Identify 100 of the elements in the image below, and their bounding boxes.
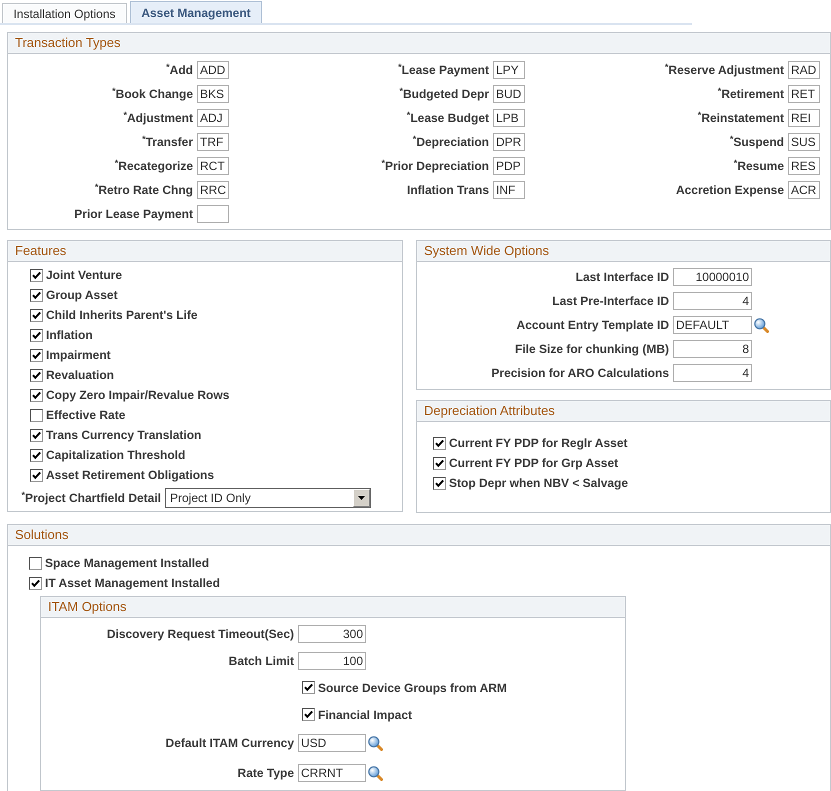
text-field[interactable]: 4 xyxy=(673,364,752,382)
field-label: Last Interface ID xyxy=(574,269,669,285)
field-label: $^{*}$Lease Budget xyxy=(406,110,489,126)
field-label: $^{*}$Prior Depreciation xyxy=(381,158,489,174)
text-field[interactable]: BKS xyxy=(197,85,229,103)
search-icon[interactable] xyxy=(754,318,769,332)
checkbox-label: Group Asset xyxy=(46,287,118,303)
checkbox-label: Current FY PDP for Grp Asset xyxy=(449,455,618,471)
text-field[interactable]: TRF xyxy=(197,133,229,151)
section-header: Transaction Types xyxy=(8,33,830,54)
field-label: Accretion Expense xyxy=(676,182,784,198)
checkbox-label: Source Device Groups from ARM xyxy=(318,680,507,696)
section-header: Solutions xyxy=(8,525,830,546)
field-label: $^{*}$Transfer xyxy=(142,134,193,150)
checkbox-label: Stop Depr when NBV < Salvage xyxy=(449,475,628,491)
checkbox-label: Financial Impact xyxy=(318,706,412,722)
field-label: Default ITAM Currency xyxy=(164,735,294,751)
checkbox-label: Joint Venture xyxy=(46,267,122,283)
checkbox-label: Asset Retirement Obligations xyxy=(46,467,214,483)
section-header: System Wide Options xyxy=(417,241,830,262)
text-field[interactable] xyxy=(197,205,229,223)
tab[interactable]: Installation Options xyxy=(2,3,127,23)
text-field[interactable]: RAD xyxy=(788,61,820,79)
checkbox-label: Child Inherits Parent's Life xyxy=(46,307,198,323)
field-label: Batch Limit xyxy=(228,652,294,668)
field-label: $^{*}$Depreciation xyxy=(412,134,489,150)
text-field[interactable]: BUD xyxy=(493,85,525,103)
text-field[interactable]: 100 xyxy=(298,652,366,670)
checkbox[interactable] xyxy=(302,681,315,694)
field-label: Discovery Request Timeout(Sec) xyxy=(106,626,294,642)
checkbox[interactable] xyxy=(433,456,446,470)
field-label: Prior Lease Payment xyxy=(74,206,193,222)
checkbox[interactable] xyxy=(30,428,43,442)
text-field[interactable]: ACR xyxy=(788,181,820,199)
field-label: $^{*}$Budgeted Depr xyxy=(399,86,489,102)
field-label: $^{*}$Recategorize xyxy=(114,158,193,174)
text-field[interactable]: USD xyxy=(298,734,366,752)
field-label: $^{*}$Reinstatement xyxy=(698,110,784,126)
text-field[interactable]: REI xyxy=(788,109,820,127)
field-label: $^{*}$Suspend xyxy=(730,134,784,150)
field-label: $^{*}$Project Chartfield Detail xyxy=(20,490,161,506)
field-label: $^{*}$Lease Payment xyxy=(398,62,489,78)
checkbox[interactable] xyxy=(30,348,43,362)
checkbox[interactable] xyxy=(30,268,43,282)
checkbox[interactable] xyxy=(30,308,43,322)
text-field[interactable]: PDP xyxy=(493,157,525,175)
checkbox[interactable] xyxy=(30,328,43,342)
select-field[interactable]: Project ID Only xyxy=(165,488,371,508)
text-field[interactable]: 300 xyxy=(298,624,366,642)
checkbox-label: Capitalization Threshold xyxy=(46,447,186,463)
field-label: $^{*}$Resume xyxy=(734,158,784,174)
checkbox[interactable] xyxy=(433,476,446,490)
checkbox[interactable] xyxy=(29,576,42,590)
checkbox[interactable] xyxy=(29,556,42,570)
text-field[interactable]: RES xyxy=(788,157,820,175)
field-label: $^{*}$Reserve Adjustment xyxy=(664,62,784,78)
section-header: Features xyxy=(8,241,402,262)
search-icon[interactable] xyxy=(368,766,383,780)
text-field[interactable]: ADJ xyxy=(197,109,229,127)
checkbox-label: Revaluation xyxy=(46,367,114,383)
checkbox[interactable] xyxy=(302,708,315,721)
checkbox-label: Inflation xyxy=(46,327,93,343)
checkbox-label: Effective Rate xyxy=(46,407,126,423)
text-field[interactable]: ADD xyxy=(197,61,229,79)
text-field[interactable]: RET xyxy=(788,85,820,103)
checkbox[interactable] xyxy=(30,368,43,382)
field-label: $^{*}$Retirement xyxy=(718,86,784,102)
search-icon[interactable] xyxy=(368,736,383,750)
text-field[interactable]: INF xyxy=(493,181,525,199)
field-label: $^{*}$Book Change xyxy=(112,86,193,102)
checkbox-label: Impairment xyxy=(46,347,111,363)
checkbox[interactable] xyxy=(30,288,43,302)
tab[interactable]: Asset Management xyxy=(130,1,262,23)
caret-icon[interactable] xyxy=(353,489,370,507)
text-field[interactable]: 8 xyxy=(673,340,752,358)
text-field[interactable]: 10000010 xyxy=(673,268,752,286)
text-field[interactable]: SUS xyxy=(788,133,820,151)
checkbox[interactable] xyxy=(433,436,446,450)
field-label: Account Entry Template ID xyxy=(516,317,669,333)
field-label: Inflation Trans xyxy=(406,182,489,198)
checkbox[interactable] xyxy=(30,448,43,462)
checkbox-label: Current FY PDP for Reglr Asset xyxy=(449,435,628,451)
field-label: $^{*}$Retro Rate Chng xyxy=(94,182,193,198)
text-field[interactable]: RRC xyxy=(197,181,229,199)
field-label: $^{*}$Adjustment xyxy=(123,110,193,126)
text-field[interactable]: LPY xyxy=(493,61,525,79)
field-label: Rate Type xyxy=(236,765,294,781)
text-field[interactable]: LPB xyxy=(493,109,525,127)
text-field[interactable]: RCT xyxy=(197,157,229,175)
section-header: ITAM Options xyxy=(41,597,625,618)
checkbox[interactable] xyxy=(30,408,43,422)
text-field[interactable]: DPR xyxy=(493,133,525,151)
text-field[interactable]: 4 xyxy=(673,292,752,310)
text-field[interactable]: DEFAULT xyxy=(673,316,752,334)
field-label: Last Pre-Interface ID xyxy=(551,293,669,309)
field-label: Precision for ARO Calculations xyxy=(490,365,669,381)
checkbox[interactable] xyxy=(30,468,43,482)
section-header: Depreciation Attributes xyxy=(417,401,830,422)
text-field[interactable]: CRRNT xyxy=(298,764,366,782)
checkbox[interactable] xyxy=(30,388,43,402)
